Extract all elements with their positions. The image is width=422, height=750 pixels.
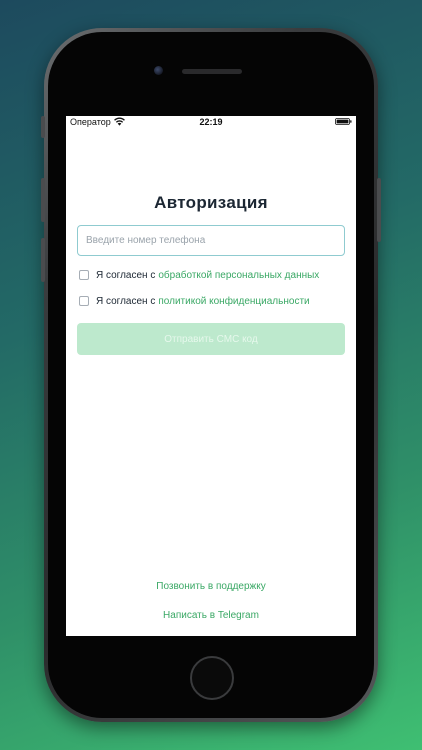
app-screen: Оператор 22:19 Авторизация Я согласен с … bbox=[66, 116, 356, 636]
call-support-link[interactable]: Позвонить в поддержку bbox=[66, 581, 356, 592]
page-title: Авторизация bbox=[154, 193, 268, 212]
silent-switch bbox=[41, 116, 45, 138]
privacy-policy-link[interactable]: политикой конфиденциальности bbox=[158, 296, 309, 307]
consent-privacy-row[interactable]: Я согласен с политикой конфиденциальност… bbox=[79, 294, 310, 308]
telegram-link[interactable]: Написать в Telegram bbox=[66, 610, 356, 621]
volume-down-button bbox=[41, 238, 45, 282]
send-sms-code-button[interactable]: Отправить СМС код bbox=[77, 323, 345, 355]
consent-personal-data-row[interactable]: Я согласен с обработкой персональных дан… bbox=[79, 268, 319, 282]
front-camera bbox=[154, 66, 163, 75]
battery-icon bbox=[335, 118, 352, 125]
home-button[interactable] bbox=[190, 656, 234, 700]
status-bar: Оператор 22:19 bbox=[66, 116, 356, 129]
volume-up-button bbox=[41, 178, 45, 222]
consent-personal-data-prefix: Я согласен с bbox=[96, 269, 156, 281]
phone-number-input[interactable] bbox=[77, 225, 345, 256]
personal-data-link[interactable]: обработкой персональных данных bbox=[158, 270, 319, 281]
power-button bbox=[377, 178, 381, 242]
consent-privacy-prefix: Я согласен с bbox=[96, 295, 156, 307]
consent-privacy-checkbox[interactable] bbox=[79, 296, 89, 306]
consent-personal-data-checkbox[interactable] bbox=[79, 270, 89, 280]
earpiece-speaker bbox=[182, 69, 242, 74]
status-time: 22:19 bbox=[199, 117, 223, 127]
